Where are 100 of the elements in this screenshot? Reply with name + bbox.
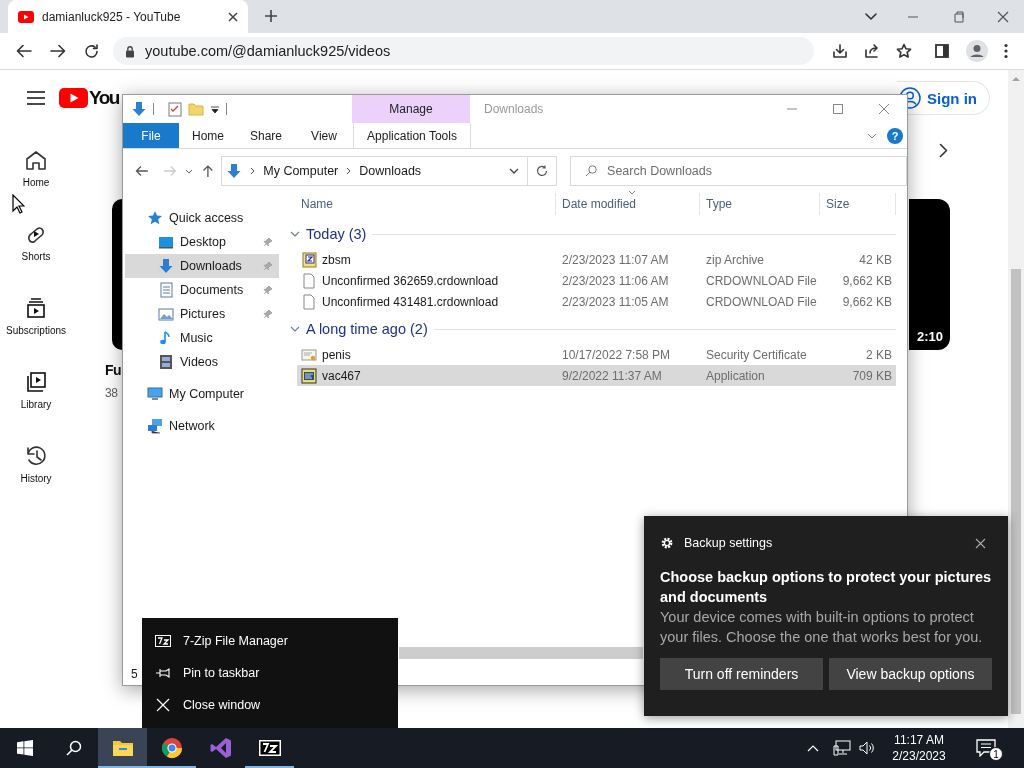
ribbon-tab[interactable]: File (123, 123, 179, 148)
chevron-down-icon[interactable] (865, 12, 877, 21)
group-title: Today (3) (306, 226, 367, 242)
breadcrumb-item[interactable]: Downloads (359, 164, 422, 178)
caret-down-icon[interactable] (210, 105, 220, 113)
ribbon-tab[interactable]: Application Tools (353, 123, 471, 148)
caret-down-icon[interactable] (508, 168, 519, 174)
up-arrow-icon[interactable] (202, 164, 215, 178)
star-icon[interactable] (896, 43, 912, 59)
history-icon (24, 444, 48, 468)
refresh-button[interactable] (527, 156, 558, 186)
certificate-icon (301, 346, 317, 363)
file-row[interactable]: Unconfirmed 362659.crdownload 2/23/2023 11:06 AM CRDOWNLOAD File 9,662 KB (297, 270, 896, 291)
nav-item[interactable]: Pictures (125, 302, 279, 326)
network-icon[interactable] (833, 740, 851, 756)
size-cell: 9,662 KB (842, 294, 892, 309)
file-row[interactable]: vac467 9/2/2022 11:37 AM Application 709 KB (297, 365, 896, 386)
file-row[interactable]: Unconfirmed 431481.crdownload 2/23/2023 11:05 AM CRDOWNLOAD File 9,662 KB (297, 291, 896, 312)
ribbon-tab[interactable]: Share (237, 123, 295, 148)
chevron-up-icon[interactable] (807, 744, 819, 752)
video-title[interactable]: Fu (105, 362, 122, 378)
close-icon[interactable] (975, 537, 986, 549)
share-icon[interactable] (864, 43, 880, 59)
back-icon[interactable] (16, 44, 32, 58)
breadcrumb-item[interactable]: My Computer (263, 164, 339, 178)
nav-item[interactable]: Documents (125, 278, 279, 302)
column-header[interactable]: Type (700, 193, 820, 215)
column-header[interactable]: Name (297, 193, 556, 215)
home-icon (24, 148, 48, 172)
file-row[interactable]: penis 10/17/2022 7:58 PM Security Certificate 2 KB (297, 344, 896, 365)
help-button[interactable]: ? (887, 127, 903, 144)
zip-icon (301, 251, 317, 268)
caret-down-icon[interactable] (184, 168, 193, 174)
video-thumbnail[interactable] (112, 199, 122, 350)
file-row[interactable]: zbsm 2/23/2023 11:07 AM zip Archive 42 KB (297, 249, 896, 270)
scrollbar-thumb[interactable] (1011, 269, 1021, 714)
logo[interactable]: You (59, 87, 119, 109)
close-icon[interactable] (228, 11, 238, 22)
back-icon[interactable] (135, 165, 149, 177)
plus-icon[interactable] (264, 9, 278, 23)
nav-item[interactable]: Downloads (125, 254, 279, 278)
clock-date[interactable]: 2/23/2023 (892, 748, 946, 764)
address-bar[interactable]: My Computer Downloads (221, 156, 528, 186)
nav-item[interactable]: Desktop (125, 230, 279, 254)
close-icon (155, 697, 171, 713)
profile-icon[interactable] (966, 40, 988, 62)
play-icon (18, 10, 34, 23)
ribbon-tab[interactable]: Home (179, 123, 237, 148)
guide-item[interactable]: Shorts (0, 216, 72, 290)
guide-item[interactable]: Home (0, 142, 72, 216)
menu-icon[interactable] (27, 91, 45, 105)
group-header[interactable]: Today (3) (290, 222, 896, 246)
chevron-right-icon[interactable] (939, 143, 948, 158)
properties-icon[interactable] (168, 101, 182, 117)
group-header[interactable]: A long time ago (2) (290, 317, 896, 341)
address-field[interactable]: youtube.com/@damianluck925/videos (113, 37, 814, 65)
restore-icon[interactable] (952, 10, 964, 23)
close-icon[interactable] (997, 10, 1009, 23)
ribbon-tab[interactable]: View (295, 123, 353, 148)
guide-item[interactable]: Library (0, 364, 72, 438)
date-cell: 2/23/2023 11:05 AM (562, 294, 669, 309)
side-panel-icon[interactable] (934, 43, 950, 59)
download-arrow-icon[interactable] (131, 101, 147, 117)
sign-in-button[interactable]: Sign in (897, 81, 990, 115)
notification-button[interactable]: View backup options (829, 658, 992, 690)
nav-item[interactable]: My Computer (125, 382, 279, 406)
video-duration: 2:10 (916, 329, 943, 344)
clock-time[interactable]: 11:17 AM (894, 732, 944, 748)
start-icon[interactable] (16, 740, 33, 756)
pin-icon (155, 665, 171, 681)
volume-icon[interactable] (859, 740, 875, 756)
forward-icon[interactable] (50, 44, 66, 58)
nav-item[interactable]: Quick access (125, 206, 279, 230)
nav-item[interactable]: Videos (125, 350, 279, 374)
file-icon (301, 293, 317, 310)
download-icon[interactable] (832, 43, 848, 59)
nav-item[interactable]: Network (125, 414, 279, 438)
gear-icon (660, 536, 674, 550)
reload-icon[interactable] (84, 43, 99, 59)
guide-item[interactable]: History (0, 438, 72, 512)
nav-item[interactable]: Music (125, 326, 279, 350)
more-icon[interactable] (1004, 43, 1008, 59)
notification-icon[interactable] (976, 739, 996, 757)
scrollbar[interactable] (1008, 70, 1024, 728)
search-field[interactable]: Search Downloads (570, 156, 907, 186)
notification-button[interactable]: Turn off reminders (660, 658, 823, 690)
browser-tab[interactable]: damianluck925 - YouTube (8, 0, 248, 33)
search-icon[interactable] (65, 740, 82, 756)
column-header[interactable]: Size (820, 193, 896, 215)
maximize-icon[interactable] (833, 104, 843, 114)
group-title: A long time ago (2) (306, 321, 428, 337)
jump-list-item[interactable]: Pin to taskbar (142, 657, 398, 689)
jump-list-item[interactable]: 7-Zip File Manager (142, 625, 398, 657)
guide-item[interactable]: Subscriptions (0, 290, 72, 364)
scrollbar-thumb[interactable] (399, 647, 643, 659)
jump-list-item[interactable]: Close window (142, 689, 398, 721)
taskbar-button[interactable] (98, 728, 147, 768)
column-header[interactable]: Date modified (556, 193, 700, 215)
video-thumbnail[interactable]: 2:10 (909, 199, 950, 350)
star-icon (147, 210, 163, 226)
